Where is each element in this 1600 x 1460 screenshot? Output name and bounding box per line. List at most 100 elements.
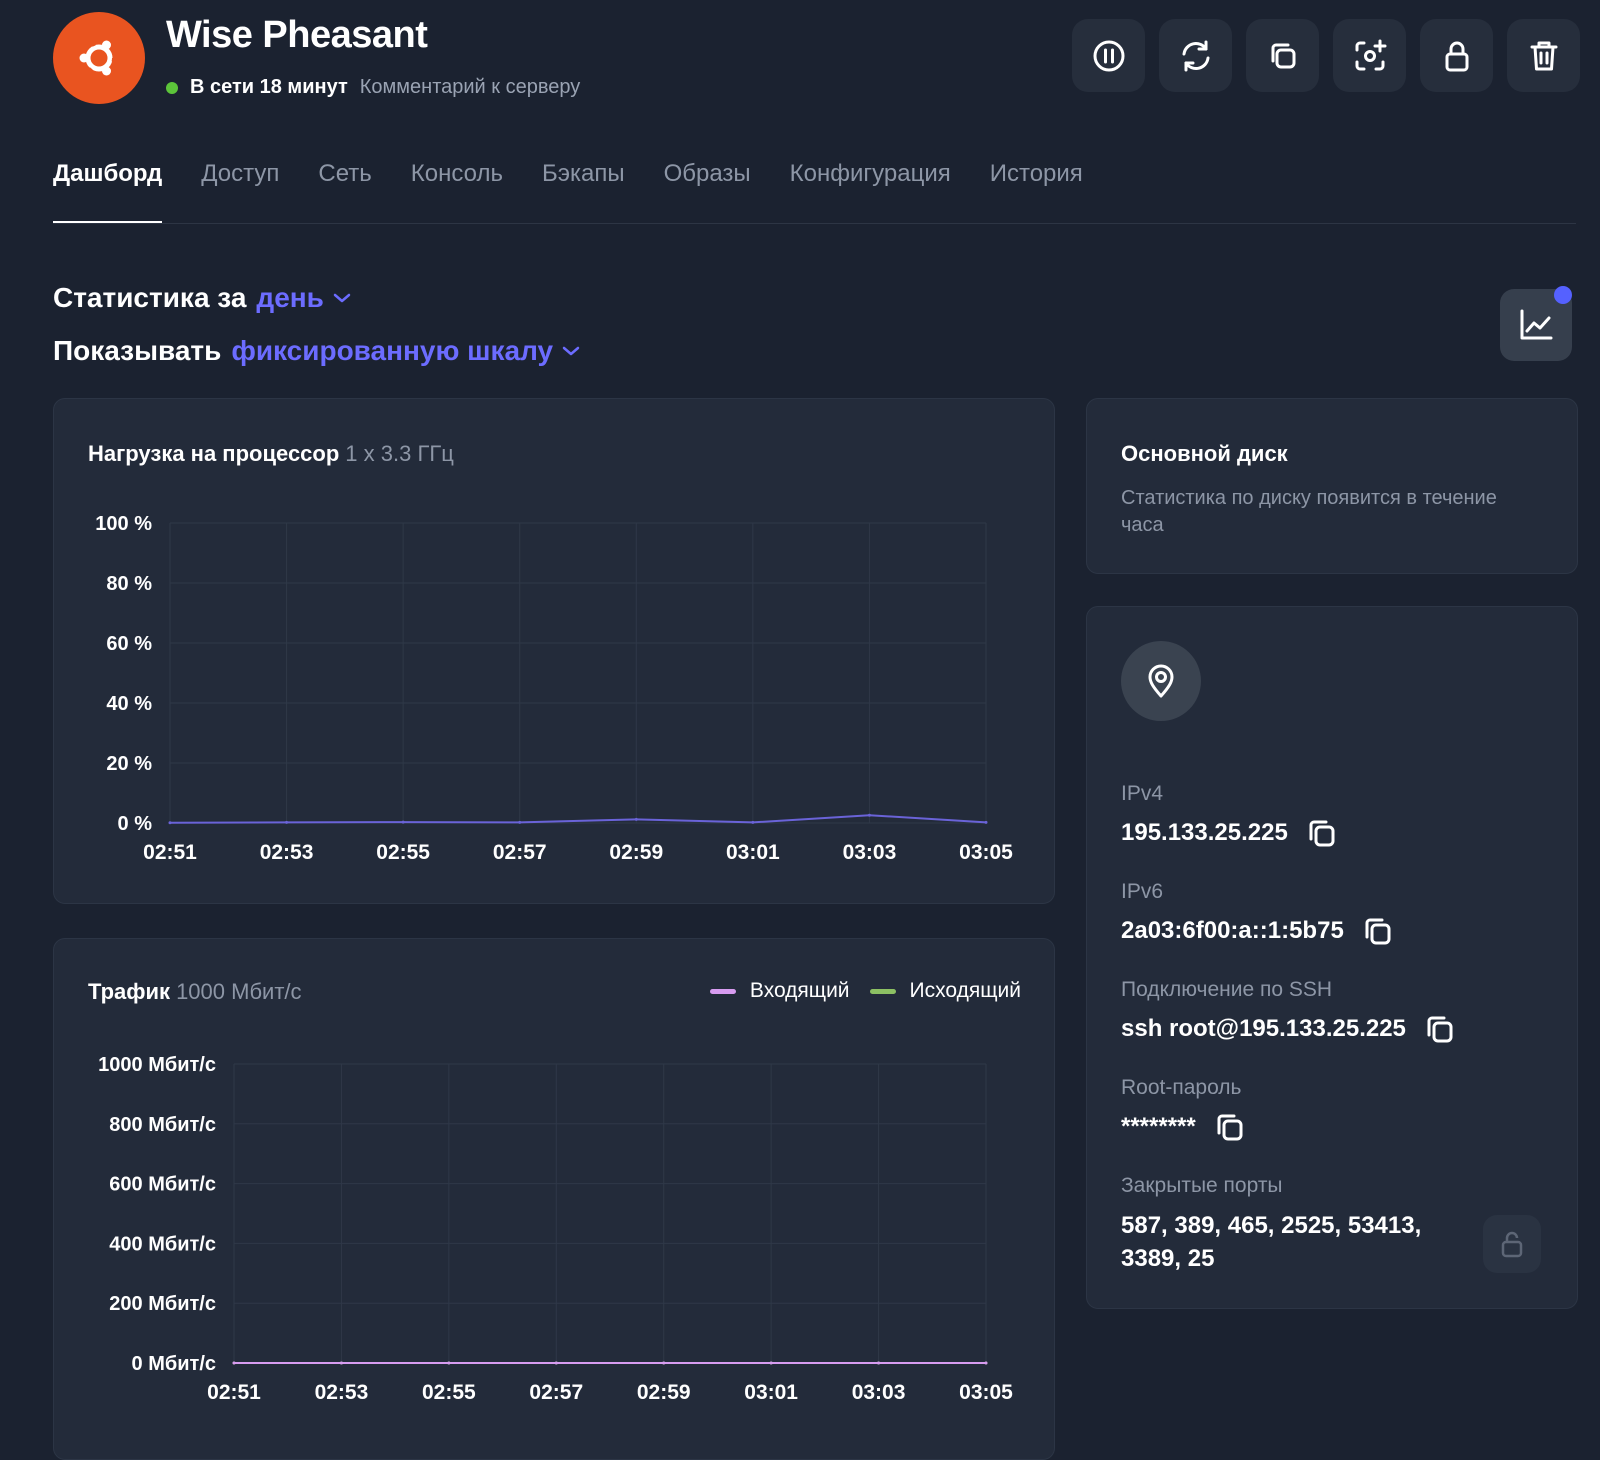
data-point: [285, 820, 289, 824]
copy-icon: [1365, 918, 1391, 945]
line-chart-icon: [1520, 309, 1553, 340]
scale-mode-prefix: Показывать: [53, 335, 222, 366]
closed-ports-line: 587, 389, 465, 2525, 53413,: [1121, 1212, 1422, 1239]
data-point: [769, 1361, 773, 1365]
notification-dot: [1554, 286, 1572, 304]
stats-period-filter: Статистика за день: [53, 282, 352, 314]
server-toolbar: [1072, 19, 1580, 92]
copy-icon: [1309, 820, 1335, 847]
data-point: [984, 1361, 988, 1365]
ipv6-value: 2a03:6f00:a::1:5b75: [1121, 917, 1344, 944]
y-tick-label: 100 %: [95, 513, 152, 535]
x-tick-label: 03:01: [744, 1381, 798, 1404]
delete-button[interactable]: [1507, 19, 1580, 92]
cpu-load-card: Нагрузка на процессор 1 x 3.3 ГГц 100 % 80…: [53, 398, 1055, 904]
restart-icon: [1182, 40, 1209, 71]
copy-root-password-button[interactable]: [1214, 1111, 1246, 1143]
data-point: [877, 1361, 881, 1365]
y-tick-label: 0 %: [118, 813, 153, 835]
x-tick-label: 02:55: [422, 1381, 476, 1404]
location-pin-icon: [1148, 664, 1174, 698]
tab-dashboard[interactable]: Дашборд: [53, 160, 163, 223]
x-tick-label: 02:51: [143, 841, 197, 864]
stats-period-select[interactable]: день: [256, 282, 323, 314]
data-point: [751, 820, 755, 824]
data-point: [554, 1361, 558, 1365]
copy-ipv4-button[interactable]: [1306, 817, 1338, 849]
copy-icon: [1217, 1114, 1243, 1141]
closed-ports-line: 3389, 25: [1121, 1245, 1215, 1272]
y-tick-label: 800 Мбит/с: [109, 1114, 216, 1136]
x-tick-label: 02:57: [529, 1381, 583, 1404]
closed-ports-label: Закрытые порты: [1121, 1174, 1283, 1197]
lock-icon: [1445, 41, 1468, 71]
y-tick-label: 600 Мбит/с: [109, 1174, 216, 1196]
copy-ipv6-button[interactable]: [1362, 915, 1394, 947]
snapshot-button[interactable]: [1333, 19, 1406, 92]
x-tick-label: 02:57: [493, 841, 547, 864]
server-comment-link[interactable]: Комментарий к серверу: [360, 76, 581, 99]
copy-icon: [1427, 1016, 1453, 1043]
ipv4-value: 195.133.25.225: [1121, 819, 1288, 846]
x-tick-label: 03:03: [852, 1381, 906, 1404]
lock-button[interactable]: [1420, 19, 1493, 92]
tab-console[interactable]: Консоль: [411, 160, 503, 223]
x-tick-label: 02:59: [609, 841, 663, 864]
data-point: [984, 820, 988, 824]
pause-icon: [1093, 40, 1124, 71]
stats-period-prefix: Статистика за: [53, 282, 247, 313]
tab-backups[interactable]: Бэкапы: [542, 160, 625, 223]
data-point: [518, 820, 522, 824]
x-tick-label: 02:53: [315, 1381, 369, 1404]
tab-history[interactable]: История: [990, 160, 1083, 223]
tab-images[interactable]: Образы: [664, 160, 751, 223]
online-status-dot: [166, 81, 178, 94]
data-point: [401, 820, 405, 824]
x-tick-label: 03:05: [959, 841, 1013, 864]
copy-ssh-button[interactable]: [1424, 1013, 1456, 1045]
x-tick-label: 03:03: [843, 841, 897, 864]
y-tick-label: 60 %: [106, 633, 152, 655]
data-point: [867, 813, 871, 817]
data-point: [232, 1361, 236, 1365]
tab-configuration[interactable]: Конфигурация: [790, 160, 951, 223]
x-tick-label: 02:51: [207, 1381, 261, 1404]
tabs-divider: [53, 223, 1576, 224]
clone-button[interactable]: [1246, 19, 1319, 92]
ports-lock-button[interactable]: [1483, 1215, 1541, 1273]
snapshot-icon: [1355, 39, 1386, 70]
tab-network[interactable]: Сеть: [318, 160, 371, 223]
tab-access[interactable]: Доступ: [201, 160, 279, 223]
disk-card-title: Основной диск: [1121, 441, 1288, 466]
chevron-down-icon[interactable]: [332, 291, 352, 305]
y-tick-label: 20 %: [106, 753, 152, 775]
closed-ports-value: 587, 389, 465, 2525, 53413, 3389, 25: [1121, 1209, 1421, 1275]
ipv6-label: IPv6: [1121, 880, 1164, 903]
ssh-label: Подключение по SSH: [1121, 978, 1333, 1001]
data-point: [168, 821, 172, 825]
tab-bar: Дашборд Доступ Сеть Консоль Бэкапы Образ…: [53, 160, 1083, 223]
chevron-down-icon[interactable]: [561, 344, 581, 358]
ssh-row: ssh root@195.133.25.225: [1121, 1013, 1456, 1045]
disk-stats-message: Статистика по диску появится в течение ч…: [1121, 487, 1497, 536]
data-point: [447, 1361, 451, 1365]
y-tick-label: 400 Мбит/с: [109, 1233, 216, 1255]
restart-button[interactable]: [1159, 19, 1232, 92]
status-text: В сети 18 минут: [190, 76, 348, 98]
location-badge[interactable]: [1121, 641, 1201, 721]
ubuntu-icon: [79, 39, 118, 77]
scale-mode-select[interactable]: фиксированную шкалу: [231, 335, 553, 367]
unlock-icon: [1501, 1231, 1523, 1258]
ssh-command: ssh root@195.133.25.225: [1121, 1015, 1406, 1042]
x-tick-label: 02:59: [637, 1381, 691, 1404]
x-tick-label: 02:55: [376, 841, 430, 864]
y-tick-label: 40 %: [106, 693, 152, 715]
y-tick-label: 1000 Мбит/с: [98, 1054, 216, 1076]
ipv4-row: 195.133.25.225: [1121, 817, 1338, 849]
root-password-value: ********: [1121, 1113, 1196, 1140]
pause-button[interactable]: [1072, 19, 1145, 92]
server-name: Wise Pheasant: [166, 14, 428, 56]
y-tick-label: 80 %: [106, 573, 152, 595]
x-tick-label: 02:53: [260, 841, 314, 864]
x-tick-label: 03:05: [959, 1381, 1013, 1404]
